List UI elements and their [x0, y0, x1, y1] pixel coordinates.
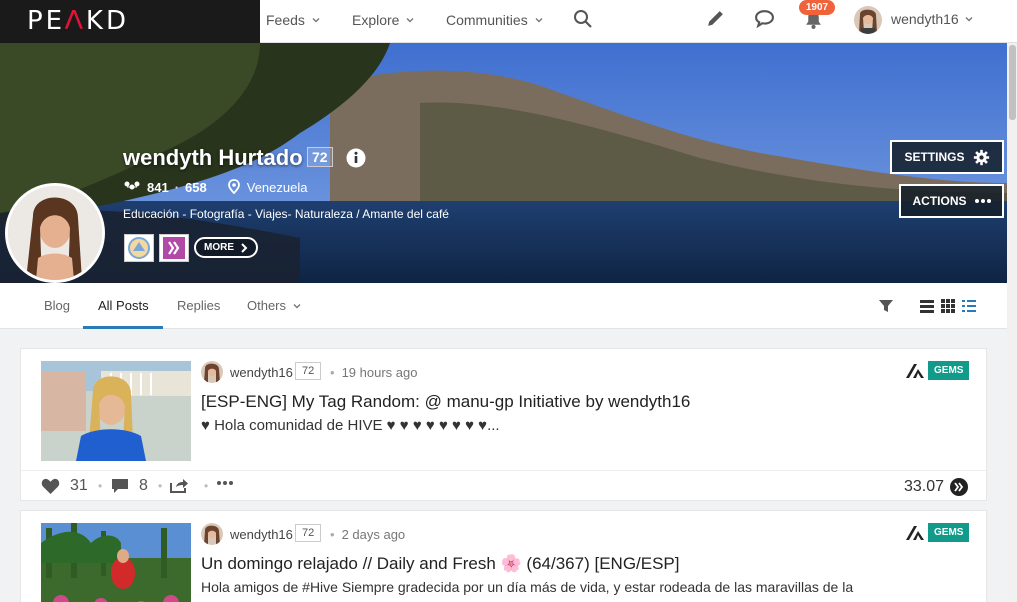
chevron-down-icon [965, 17, 973, 22]
tab-replies[interactable]: Replies [177, 298, 220, 313]
post-card[interactable]: wendyth16 72 19 hours ago GEMS [ESP-ENG]… [20, 348, 987, 501]
profile-name: wendyth Hurtado [123, 145, 303, 170]
notification-count-badge[interactable]: 1907 [799, 0, 835, 15]
nav-feeds[interactable]: Feeds [266, 12, 321, 28]
following-count[interactable]: 658 [185, 180, 207, 195]
actions-label: ACTIONS [912, 194, 967, 208]
post-author[interactable]: wendyth16 [230, 365, 293, 380]
upvote-button[interactable]: 31 [41, 477, 88, 495]
chat-icon[interactable] [754, 8, 775, 29]
comments-button[interactable]: 8 [111, 477, 148, 495]
comment-icon [112, 479, 128, 493]
follow-stats: 841 · 658 Venezuela [123, 179, 307, 195]
reputation-badge: 72 [307, 147, 333, 167]
actions-button[interactable]: ACTIONS [899, 184, 1004, 218]
settings-button[interactable]: SETTINGS [890, 140, 1004, 174]
comment-count: 8 [139, 477, 148, 494]
compact-view-icon[interactable] [962, 299, 976, 313]
chevron-right-icon [241, 242, 248, 253]
tab-others-label: Others [247, 298, 287, 313]
search-icon[interactable] [573, 9, 593, 29]
author-avatar[interactable] [201, 361, 223, 383]
chevron-down-icon [535, 18, 543, 23]
more-dots-icon [217, 481, 233, 485]
community-badge-icon[interactable] [124, 234, 154, 262]
post-card[interactable]: wendyth16 72 2 days ago GEMS Un domingo … [20, 510, 987, 602]
separator: • [158, 479, 163, 493]
nav-explore[interactable]: Explore [352, 12, 415, 28]
author-avatar[interactable] [201, 523, 223, 545]
vote-count[interactable]: 31 [70, 477, 88, 495]
chevron-down-icon [312, 18, 320, 23]
separator: · [174, 179, 180, 195]
user-avatar[interactable] [854, 6, 882, 34]
heart-icon [41, 478, 60, 494]
nav-communities[interactable]: Communities [446, 12, 544, 28]
filter-icon[interactable] [878, 298, 894, 314]
logo-area[interactable]: PEΛKD [0, 0, 260, 43]
post-excerpt[interactable]: ♥ Hola comunidad de HIVE ♥ ♥ ♥ ♥ ♥ ♥ ♥ ♥… [201, 417, 961, 434]
scrollbar-thumb[interactable] [1009, 45, 1016, 120]
post-title[interactable]: Un domingo relajado // Daily and Fresh 🌸… [201, 554, 680, 574]
info-icon[interactable] [346, 148, 366, 168]
users-icon [124, 181, 140, 190]
location-label: Venezuela [246, 179, 308, 195]
username-label: wendyth16 [891, 11, 959, 27]
tab-all-posts[interactable]: All Posts [98, 298, 149, 313]
separator: • [98, 479, 103, 493]
reblog-button[interactable] [169, 477, 189, 493]
pencil-icon[interactable] [705, 8, 726, 29]
tab-others[interactable]: Others [247, 298, 302, 313]
more-label: MORE [204, 242, 234, 253]
list-view-icon[interactable] [920, 299, 934, 313]
post-author[interactable]: wendyth16 [230, 527, 293, 542]
hive-badge-icon[interactable] [159, 234, 189, 262]
active-tab-indicator [83, 326, 163, 329]
more-dots-icon [974, 199, 991, 203]
community-badge[interactable]: GEMS [928, 523, 970, 542]
community-badge[interactable]: GEMS [928, 361, 970, 380]
location-pin-icon [227, 179, 240, 195]
author-reputation: 72 [295, 362, 322, 380]
nav-communities-label: Communities [446, 12, 528, 28]
page-scrollbar[interactable] [1007, 43, 1017, 602]
post-time[interactable]: 19 hours ago [330, 365, 418, 380]
post-title[interactable]: [ESP-ENG] My Tag Random: @ manu-gp Initi… [201, 392, 690, 412]
followers-count[interactable]: 841 [147, 180, 169, 195]
top-navbar: PEΛKD Feeds Explore Communities 1907 wen… [0, 0, 1017, 43]
more-options-button[interactable] [217, 481, 233, 485]
post-payout[interactable]: 33.07 [904, 478, 968, 496]
post-excerpt[interactable]: Hola amigos de #Hive Siempre gradecida p… [201, 579, 961, 595]
share-icon [170, 479, 188, 493]
peakd-logo[interactable]: PEΛKD [27, 6, 129, 36]
nav-explore-label: Explore [352, 12, 400, 28]
separator: • [204, 479, 209, 493]
settings-label: SETTINGS [904, 150, 965, 164]
chevron-down-icon [406, 18, 414, 23]
profile-tabs: Blog All Posts Replies Others [0, 283, 1007, 329]
more-badges-button[interactable]: MORE [194, 237, 258, 258]
hive-token-icon [950, 478, 968, 496]
gear-icon [973, 149, 989, 165]
nav-feeds-label: Feeds [266, 12, 305, 28]
profile-avatar[interactable] [5, 183, 105, 283]
post-footer: 31 • 8 • • 33.07 [21, 470, 986, 501]
chevron-down-icon [293, 303, 301, 308]
tab-blog[interactable]: Blog [44, 298, 70, 313]
post-thumbnail[interactable] [41, 361, 191, 461]
hive-logo-icon [906, 526, 924, 540]
post-thumbnail[interactable] [41, 523, 191, 602]
post-time[interactable]: 2 days ago [330, 527, 406, 542]
user-menu[interactable]: wendyth16 [891, 11, 974, 27]
author-reputation: 72 [295, 524, 322, 542]
payout-value: 33.07 [903, 478, 944, 495]
profile-bio: Educación - Fotografía - Viajes- Natural… [123, 207, 449, 221]
grid-view-icon[interactable] [941, 299, 955, 313]
hive-logo-icon [906, 364, 924, 378]
